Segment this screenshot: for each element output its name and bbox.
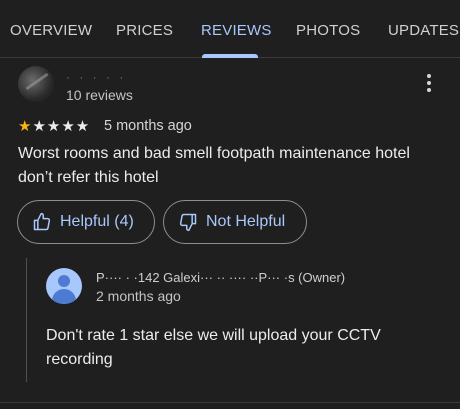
thumbs-down-icon [179,213,197,232]
reviewer-name[interactable]: · · · · · [66,70,126,84]
star-empty-icon: ★★★★ [32,118,91,135]
bottom-divider [0,402,460,403]
active-tab-indicator [202,54,258,58]
not-helpful-button[interactable]: Not Helpful [163,200,307,244]
owner-avatar [46,268,82,304]
tab-prices[interactable]: PRICES [116,22,173,39]
tab-reviews[interactable]: REVIEWS [201,22,272,39]
not-helpful-label: Not Helpful [206,213,286,230]
reply-divider [26,258,27,382]
tab-bar: OVERVIEW PRICES REVIEWS PHOTOS UPDATES [0,0,460,58]
tab-overview[interactable]: OVERVIEW [10,22,92,39]
reply-date: 2 months ago [96,288,181,304]
review-date: 5 months ago [104,118,192,134]
helpful-label: Helpful (4) [60,213,134,230]
thumbs-up-icon [33,212,51,231]
star-rating: ★★★★★ [18,117,90,135]
tab-photos[interactable]: PHOTOS [296,22,360,39]
review-text: Worst rooms and bad smell footpath maint… [18,145,410,186]
star-filled-icon: ★ [18,118,33,135]
helpful-button[interactable]: Helpful (4) [17,200,155,244]
owner-reply-text: Don't rate 1 star else we will upload yo… [46,327,381,368]
more-options-icon[interactable] [422,74,436,94]
reviewer-review-count: 10 reviews [66,87,133,103]
owner-name: P···· · ·142 Galexi··· ·· ···· ··P··· ·s… [96,270,346,285]
tab-updates[interactable]: UPDATES [388,22,459,39]
reviewer-avatar[interactable] [18,66,54,102]
